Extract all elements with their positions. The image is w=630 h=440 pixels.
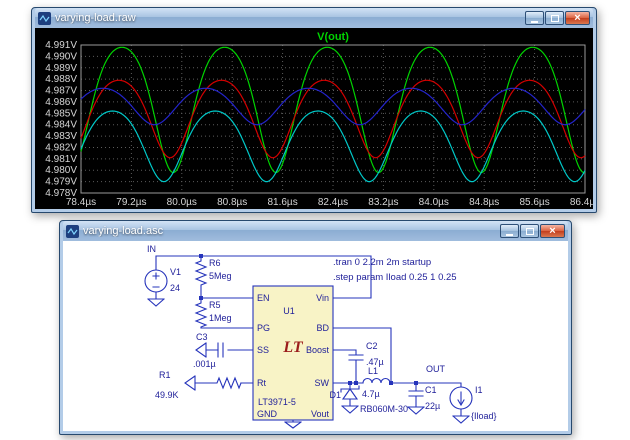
u1-pin-sw: SW bbox=[315, 378, 330, 388]
window-title: varying-load.raw bbox=[55, 12, 521, 24]
c3-refdes[interactable]: C3 bbox=[196, 332, 208, 342]
maximize-button[interactable] bbox=[520, 224, 539, 238]
r1-value[interactable]: 49.9K bbox=[155, 390, 179, 400]
y-tick-label: 4.980V bbox=[45, 165, 77, 176]
u1-pin-pg: PG bbox=[257, 323, 270, 333]
window-titlebar[interactable]: varying-load.asc × bbox=[63, 221, 568, 241]
y-tick-label: 4.989V bbox=[45, 63, 77, 74]
r6-value[interactable]: 5Meg bbox=[209, 271, 232, 281]
app-icon bbox=[66, 225, 79, 238]
x-tick-label: 82.4µs bbox=[318, 197, 348, 208]
plot-pane: 78.4µs79.2µs80.0µs80.8µs81.6µs82.4µs83.2… bbox=[35, 28, 593, 209]
c3-value[interactable]: .001µ bbox=[193, 359, 216, 369]
x-tick-label: 84.8µs bbox=[469, 197, 499, 208]
close-icon: × bbox=[574, 13, 580, 24]
v1-value[interactable]: 24 bbox=[170, 283, 180, 293]
y-tick-label: 4.982V bbox=[45, 142, 77, 153]
schematic-window: varying-load.asc × bbox=[59, 220, 572, 435]
y-tick-label: 4.985V bbox=[45, 108, 77, 119]
net-label-out[interactable]: OUT bbox=[426, 364, 446, 374]
u1-pin-rt: Rt bbox=[257, 378, 266, 388]
y-tick-label: 4.981V bbox=[45, 154, 77, 165]
u1-part-number: LT3971-5 bbox=[258, 397, 296, 407]
minimize-button[interactable] bbox=[500, 224, 519, 238]
y-tick-label: 4.978V bbox=[45, 188, 77, 199]
u1-pin-gnd: GND bbox=[257, 409, 278, 419]
resistor-r1[interactable] bbox=[195, 378, 241, 388]
i1-value[interactable]: {Iload} bbox=[471, 411, 497, 421]
u1-pin-boost: Boost bbox=[306, 345, 330, 355]
maximize-icon bbox=[551, 15, 559, 22]
capacitor-c3[interactable] bbox=[218, 343, 223, 357]
i1-arrow bbox=[458, 392, 464, 405]
minimize-icon bbox=[531, 21, 538, 23]
r6-refdes[interactable]: R6 bbox=[209, 258, 221, 268]
y-tick-label: 4.988V bbox=[45, 74, 77, 85]
d1-refdes[interactable]: D1 bbox=[329, 390, 341, 400]
maximize-icon bbox=[526, 228, 534, 235]
resistor-r5[interactable] bbox=[196, 298, 206, 328]
y-tick-label: 4.991V bbox=[45, 40, 77, 51]
x-tick-label: 81.6µs bbox=[267, 197, 297, 208]
c1-value[interactable]: 22µ bbox=[425, 401, 440, 411]
lt-logo: LT bbox=[282, 339, 303, 356]
net-label-in[interactable]: IN bbox=[147, 244, 156, 254]
app-icon bbox=[38, 12, 51, 25]
r5-refdes[interactable]: R5 bbox=[209, 300, 221, 310]
u1-pin-vin: Vin bbox=[316, 293, 329, 303]
c2-refdes[interactable]: C2 bbox=[366, 341, 378, 351]
close-button[interactable]: × bbox=[565, 11, 590, 25]
r1-refdes[interactable]: R1 bbox=[159, 370, 171, 380]
v1-polarity-marks bbox=[153, 273, 159, 287]
y-tick-label: 4.984V bbox=[45, 120, 77, 131]
x-tick-label: 83.2µs bbox=[368, 197, 398, 208]
capacitor-c1[interactable] bbox=[409, 391, 423, 396]
u1-refdes[interactable]: U1 bbox=[283, 306, 295, 316]
d1-value[interactable]: RB060M-30 bbox=[360, 404, 408, 414]
y-tick-label: 4.979V bbox=[45, 177, 77, 188]
x-tick-label: 80.0µs bbox=[167, 197, 197, 208]
u1-pin-ss: SS bbox=[257, 345, 269, 355]
u1-pin-en: EN bbox=[257, 293, 270, 303]
r5-value[interactable]: 1Meg bbox=[209, 313, 232, 323]
minimize-button[interactable] bbox=[525, 11, 544, 25]
y-tick-label: 4.987V bbox=[45, 86, 77, 97]
capacitor-c2[interactable] bbox=[349, 355, 363, 360]
waveform-plot[interactable]: 78.4µs79.2µs80.0µs80.8µs81.6µs82.4µs83.2… bbox=[35, 28, 593, 209]
x-tick-label: 84.0µs bbox=[419, 197, 449, 208]
l1-refdes[interactable]: L1 bbox=[368, 366, 378, 376]
schematic-canvas[interactable]: IN OUT .tran 0 2.2m 2m startup .step par… bbox=[63, 241, 568, 431]
l1-value[interactable]: 4.7µ bbox=[362, 389, 380, 399]
y-tick-label: 4.983V bbox=[45, 131, 77, 142]
x-tick-label: 86.4µs bbox=[570, 197, 593, 208]
x-tick-label: 80.8µs bbox=[217, 197, 247, 208]
i1-refdes[interactable]: I1 bbox=[475, 385, 483, 395]
v1-refdes[interactable]: V1 bbox=[170, 267, 181, 277]
x-tick-label: 85.6µs bbox=[519, 197, 549, 208]
u1-pin-vout: Vout bbox=[311, 409, 330, 419]
waveform-viewer-window: varying-load.raw × 78.4µs79.2µs80.0µs80.… bbox=[31, 7, 597, 213]
u1-pin-bd: BD bbox=[316, 323, 329, 333]
y-tick-label: 4.986V bbox=[45, 97, 77, 108]
c1-refdes[interactable]: C1 bbox=[425, 385, 437, 395]
resistor-r6[interactable] bbox=[196, 256, 206, 298]
maximize-button[interactable] bbox=[545, 11, 564, 25]
window-titlebar[interactable]: varying-load.raw × bbox=[35, 8, 593, 28]
plot-title[interactable]: V(out) bbox=[317, 31, 349, 43]
schematic-pane: IN OUT .tran 0 2.2m 2m startup .step par… bbox=[63, 241, 568, 431]
spice-directive-step[interactable]: .step param Iload 0.25 1 0.25 bbox=[333, 272, 457, 283]
spice-directive-tran[interactable]: .tran 0 2.2m 2m startup bbox=[333, 257, 431, 268]
close-button[interactable]: × bbox=[540, 224, 565, 238]
y-tick-label: 4.990V bbox=[45, 51, 77, 62]
inductor-l1[interactable] bbox=[363, 379, 390, 384]
window-title: varying-load.asc bbox=[83, 225, 496, 237]
x-tick-label: 79.2µs bbox=[116, 197, 146, 208]
close-icon: × bbox=[549, 226, 555, 237]
minimize-icon bbox=[506, 234, 513, 236]
